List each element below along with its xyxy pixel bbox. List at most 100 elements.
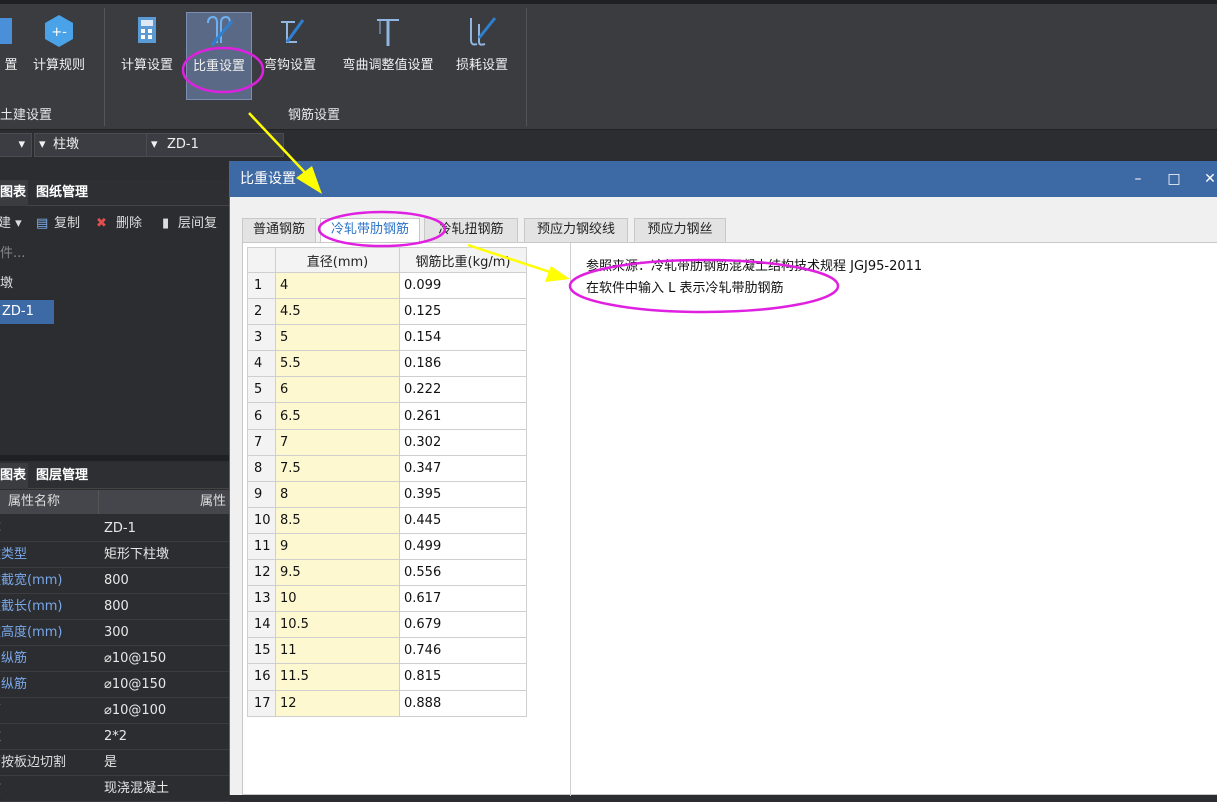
calc-rule-button[interactable]: +- 计算规则 [24, 12, 94, 100]
property-row[interactable]: 称ZD-1 [0, 516, 230, 542]
property-row[interactable]: 墩截长(mm) 800 [0, 594, 230, 620]
property-value[interactable]: ZD-1 [104, 516, 136, 542]
table-row[interactable]: 14 10.5 0.679 [247, 611, 527, 639]
tab-normal-rebar[interactable]: 普通钢筋 [242, 218, 316, 242]
diameter-cell[interactable]: 10 [275, 585, 400, 613]
weight-cell[interactable]: 0.888 [399, 689, 527, 717]
tab-cold-rolled-ribbed[interactable]: 冷轧带肋钢筋 [320, 218, 420, 243]
tab-layer-manager[interactable]: 图层管理 [36, 463, 116, 489]
tab-drawing-manager[interactable]: 图纸管理 [36, 180, 116, 206]
hook-settings-button[interactable]: 弯钩设置 [256, 12, 324, 100]
weight-cell[interactable]: 0.186 [399, 350, 527, 378]
table-row[interactable]: 7 7 0.302 [247, 428, 527, 456]
property-row[interactable]: 数 2*2 [0, 724, 230, 750]
property-value[interactable]: ⌀10@100 [104, 698, 166, 724]
table-row[interactable]: 16 11.5 0.815 [247, 663, 527, 691]
diameter-cell[interactable]: 6.5 [275, 402, 400, 430]
property-value[interactable]: 矩形下柱墩 [104, 542, 169, 568]
property-value[interactable]: ⌀10@150 [104, 672, 166, 698]
diameter-cell[interactable]: 4.5 [275, 298, 400, 326]
weight-settings-button[interactable]: 比重设置 [186, 12, 252, 100]
property-row[interactable]: 向纵筋 ⌀10@150 [0, 646, 230, 672]
table-row[interactable]: 10 8.5 0.445 [247, 506, 527, 534]
property-row[interactable]: 质现浇混凝土 [0, 776, 230, 802]
tree-folder[interactable]: 墩 [0, 272, 230, 296]
weight-cell[interactable]: 0.617 [399, 585, 527, 613]
diameter-cell[interactable]: 5 [275, 324, 400, 352]
delete-button[interactable]: 删除 [116, 210, 142, 238]
diameter-cell[interactable]: 5.5 [275, 350, 400, 378]
diameter-cell[interactable]: 7 [275, 428, 400, 456]
tab-component-list[interactable]: 图表 [0, 180, 28, 206]
property-row[interactable]: 墩高度(mm) 300 [0, 620, 230, 646]
tree-item-selected[interactable]: ZD-1 [0, 300, 54, 324]
weight-cell[interactable]: 0.815 [399, 663, 527, 691]
property-row[interactable]: 筋⌀10@100 [0, 698, 230, 724]
weight-cell[interactable]: 0.556 [399, 559, 527, 587]
table-row[interactable]: 11 9 0.499 [247, 532, 527, 561]
calc-settings-button[interactable]: 计算设置 [113, 12, 181, 100]
property-row[interactable]: 墩类型 矩形下柱墩 [0, 542, 230, 568]
tab-cold-rolled-twisted[interactable]: 冷轧扭钢筋 [424, 218, 518, 242]
table-row[interactable]: 1 4 0.099 [247, 271, 527, 300]
maximize-button[interactable]: □ [1164, 161, 1184, 197]
tab-prestressed-strand[interactable]: 预应力钢绞线 [524, 218, 628, 242]
table-row[interactable]: 17 12 0.888 [247, 689, 527, 717]
weight-cell[interactable]: 0.347 [399, 454, 527, 482]
table-row[interactable]: 4 5.5 0.186 [247, 350, 527, 378]
property-value[interactable]: 800 [104, 568, 129, 594]
table-row[interactable]: 8 7.5 0.347 [247, 454, 527, 482]
weight-cell[interactable]: 0.746 [399, 637, 527, 665]
settings-button[interactable]: 置 [0, 12, 22, 100]
table-row[interactable]: 15 11 0.746 [247, 637, 527, 665]
diameter-cell[interactable]: 8 [275, 480, 400, 508]
weight-cell[interactable]: 0.099 [399, 271, 527, 300]
close-button[interactable]: ✕ [1200, 161, 1217, 197]
table-row[interactable]: 6 6.5 0.261 [247, 402, 527, 430]
weight-cell[interactable]: 0.679 [399, 611, 527, 639]
table-row[interactable]: 5 6 0.222 [247, 376, 527, 404]
table-row[interactable]: 9 8 0.395 [247, 480, 527, 508]
loss-settings-button[interactable]: 损耗设置 [449, 12, 515, 100]
table-row[interactable]: 2 4.5 0.125 [247, 298, 527, 326]
new-button[interactable]: 建 ▾ [0, 210, 22, 238]
tab-properties[interactable]: 图表 [0, 463, 28, 489]
diameter-cell[interactable]: 11 [275, 637, 400, 665]
selector-partial[interactable]: ▾ [0, 133, 32, 157]
weight-cell[interactable]: 0.395 [399, 480, 527, 508]
weight-cell[interactable]: 0.125 [399, 298, 527, 326]
property-value[interactable]: 300 [104, 620, 129, 646]
copy-button[interactable]: 复制 [54, 210, 80, 238]
pane-splitter[interactable] [0, 455, 230, 461]
weight-cell[interactable]: 0.499 [399, 532, 527, 561]
diameter-cell[interactable]: 4 [275, 271, 400, 300]
weight-cell[interactable]: 0.445 [399, 506, 527, 534]
table-row[interactable]: 13 10 0.617 [247, 585, 527, 613]
diameter-cell[interactable]: 10.5 [275, 611, 400, 639]
minimize-button[interactable]: – [1128, 161, 1148, 197]
diameter-cell[interactable]: 11.5 [275, 663, 400, 691]
property-value[interactable]: 现浇混凝土 [104, 776, 169, 802]
bend-adjust-button[interactable]: 弯曲调整值设置 [333, 12, 443, 100]
tab-prestressed-wire[interactable]: 预应力钢丝 [634, 218, 726, 242]
diameter-cell[interactable]: 7.5 [275, 454, 400, 482]
property-value[interactable]: 800 [104, 594, 129, 620]
weight-cell[interactable]: 0.154 [399, 324, 527, 352]
component-type-select[interactable]: ▾ 柱墩 [34, 133, 160, 157]
property-value[interactable]: ⌀10@150 [104, 646, 166, 672]
weight-cell[interactable]: 0.222 [399, 376, 527, 404]
diameter-cell[interactable]: 6 [275, 376, 400, 404]
property-row[interactable]: 墩截宽(mm) 800 [0, 568, 230, 594]
table-row[interactable]: 3 5 0.154 [247, 324, 527, 352]
diameter-cell[interactable]: 9.5 [275, 559, 400, 587]
property-row[interactable]: 向纵筋 ⌀10@150 [0, 672, 230, 698]
weight-cell[interactable]: 0.261 [399, 402, 527, 430]
weight-cell[interactable]: 0.302 [399, 428, 527, 456]
floor-copy-button[interactable]: 层间复 [178, 210, 217, 238]
property-value[interactable]: 是 [104, 750, 117, 776]
table-row[interactable]: 12 9.5 0.556 [247, 559, 527, 587]
component-select[interactable]: ▾ ZD-1 [146, 133, 284, 157]
diameter-cell[interactable]: 8.5 [275, 506, 400, 534]
property-value[interactable]: 2*2 [104, 724, 127, 750]
diameter-cell[interactable]: 9 [275, 532, 400, 561]
